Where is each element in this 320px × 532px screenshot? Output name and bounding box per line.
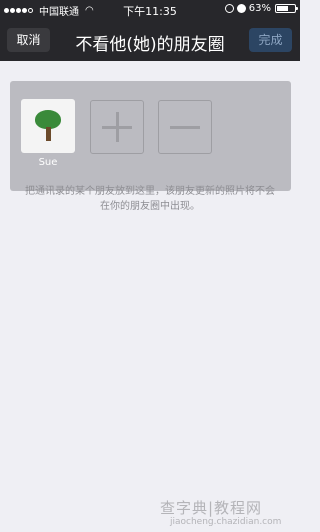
done-button[interactable]: 完成 [249, 28, 292, 52]
alarm-icon [236, 4, 246, 13]
member-panel: Sue [10, 81, 291, 191]
member-name: Sue [38, 157, 58, 168]
status-right: 63% [224, 3, 298, 14]
page-title: 不看他(她)的朋友圈 [75, 35, 225, 55]
navigation-bar: 取消 不看他(她)的朋友圈 完成 [0, 20, 300, 61]
orientation-lock-icon [224, 4, 234, 13]
tree-icon [35, 110, 61, 142]
watermark-url: jiaocheng.chazidian.com [170, 517, 282, 527]
battery-icon [275, 4, 298, 13]
add-member-button[interactable] [90, 100, 144, 154]
watermark-main: 查字典|教程网 [160, 499, 263, 517]
battery-percent: 63% [248, 3, 271, 14]
cancel-button[interactable]: 取消 [7, 28, 50, 52]
remove-member-button[interactable] [158, 100, 212, 154]
watermark: 查字典|教程网 jiaocheng.chazidian.com [160, 495, 300, 532]
status-bar: 中国联通 ◠ 下午11:35 63% [0, 0, 300, 20]
hint-text: 把通讯录的某个朋友放到这里，该朋友更新的照片将不会在你的朋友圈中出现。 [25, 186, 275, 212]
member-avatar[interactable] [21, 99, 75, 153]
